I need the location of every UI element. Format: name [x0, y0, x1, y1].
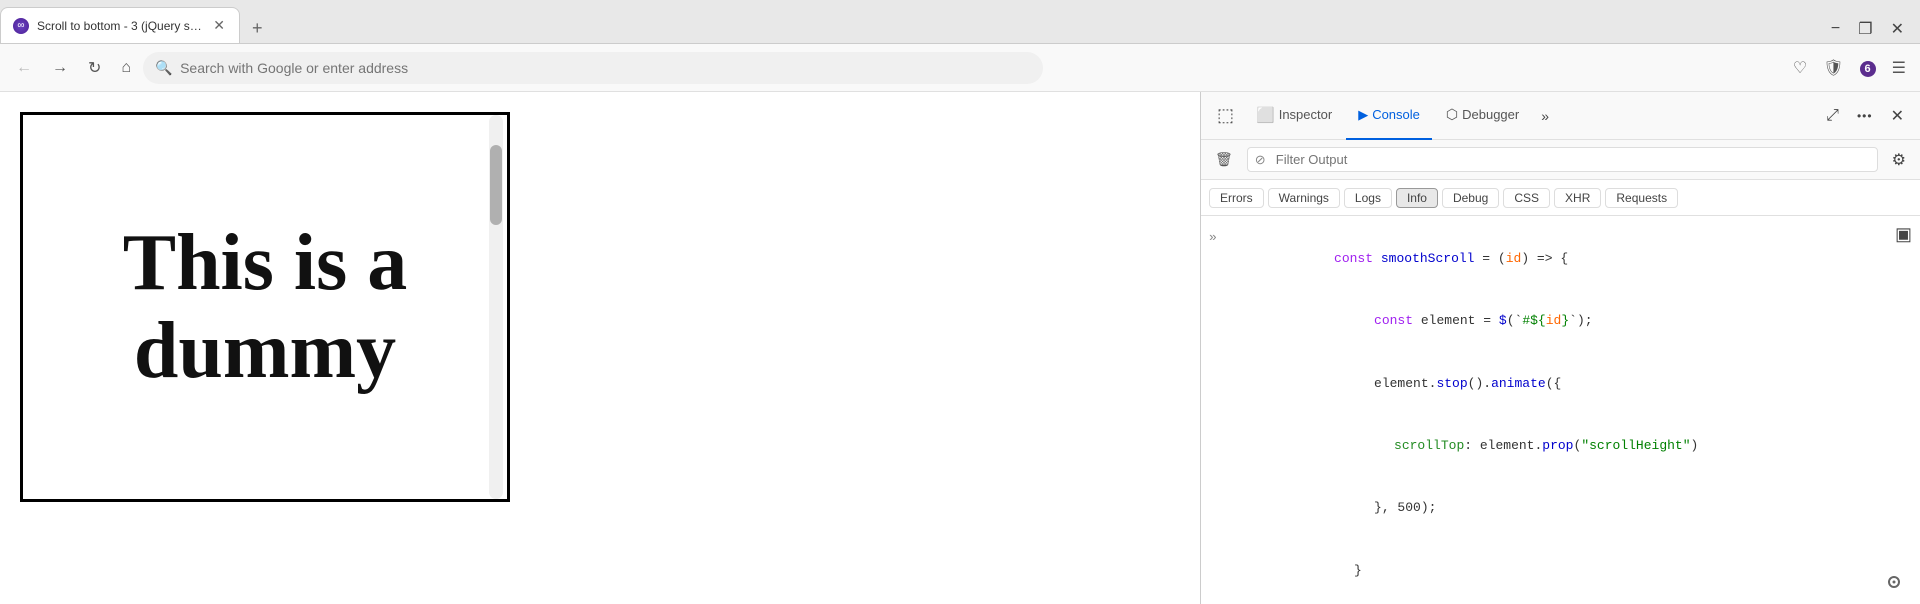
nav-bar: ← → ↻ ⌂ 🔍 ♡ 🛡 6 ☰	[0, 44, 1920, 92]
code-line-5: }, 500);	[1225, 478, 1912, 540]
search-icon: 🔍	[155, 59, 172, 76]
filter-errors[interactable]: Errors	[1209, 188, 1264, 208]
back-button[interactable]: ←	[8, 53, 40, 83]
bookmark-icon: ♡	[1793, 60, 1807, 77]
side-panel-toggle-button[interactable]: ▣	[1895, 224, 1912, 245]
refresh-icon: ↻	[88, 60, 101, 77]
demo-box: This is a dummy	[20, 112, 510, 502]
shield-icon: 🛡	[1823, 60, 1843, 77]
extensions-icon: 6	[1860, 61, 1876, 77]
home-button[interactable]: ⌂	[113, 53, 139, 83]
minimize-button[interactable]: −	[1823, 16, 1848, 42]
scrollbar-track	[489, 115, 503, 499]
close-icon: ✕	[1891, 108, 1904, 125]
tab-label: Scroll to bottom - 3 (jQuery smoo	[37, 19, 203, 33]
code-line-4: scrollTop: element.prop("scrollHeight")	[1225, 415, 1912, 477]
page-content: This is a dummy	[0, 92, 1200, 604]
more-options-icon: •••	[1857, 109, 1873, 123]
tab-console[interactable]: ▶ Console	[1346, 92, 1432, 140]
scrollbar-thumb	[490, 145, 502, 225]
debugger-icon: ⬡	[1446, 106, 1458, 123]
address-bar-container: 🔍	[143, 52, 1043, 84]
devtools-close-button[interactable]: ✕	[1883, 100, 1912, 132]
address-input[interactable]	[143, 52, 1043, 84]
gear-icon: ⚙	[1892, 152, 1906, 169]
forward-button[interactable]: →	[44, 53, 76, 83]
code-line-3: element.stop().animate({	[1225, 353, 1912, 415]
tab-bar: Scroll to bottom - 3 (jQuery smoo ✕ + − …	[0, 0, 1920, 44]
code-line-2: const element = $(`#${id}`);	[1225, 290, 1912, 352]
demo-text-line2: dummy	[123, 307, 408, 395]
scrollbar[interactable]	[489, 115, 503, 499]
devtools-toolbar: ⬚ ⬜ Inspector ▶ Console ⬡ Debugger »	[1201, 92, 1920, 140]
console-filter-bar: 🗑 ⊘ ⚙	[1201, 140, 1920, 180]
main-area: This is a dummy ⬚ ⬜ Inspector	[0, 92, 1920, 604]
console-output: » const smoothScroll = (id) => { const e…	[1201, 216, 1920, 604]
home-icon: ⌂	[121, 59, 131, 76]
filter-icon: ⊘	[1255, 152, 1266, 168]
window-controls: − ❐ ✕	[1815, 15, 1920, 43]
undock-icon: ⤢	[1826, 107, 1839, 124]
close-button[interactable]: ✕	[1883, 15, 1912, 43]
bookmark-button[interactable]: ♡	[1787, 52, 1813, 84]
filter-input-container: ⊘	[1247, 147, 1878, 172]
more-options-button[interactable]: •••	[1849, 101, 1881, 131]
filter-requests[interactable]: Requests	[1605, 188, 1678, 208]
tab-inspector[interactable]: ⬜ Inspector	[1244, 92, 1344, 140]
trash-icon: 🗑	[1215, 151, 1233, 167]
refresh-button[interactable]: ↻	[80, 52, 109, 84]
code-line-6: }	[1225, 540, 1912, 602]
cursor-icon	[1888, 576, 1900, 588]
nav-icons: ♡ 🛡 6 ☰	[1787, 52, 1912, 84]
pick-element-button[interactable]: ⬚	[1209, 99, 1242, 132]
filter-info[interactable]: Info	[1396, 188, 1438, 208]
hamburger-icon: ☰	[1892, 60, 1906, 77]
console-settings-button[interactable]: ⚙	[1886, 146, 1912, 174]
undock-button[interactable]: ⤢	[1818, 101, 1847, 131]
console-icon: ▶	[1358, 107, 1368, 123]
demo-text-line1: This is a	[123, 219, 408, 307]
filter-debug[interactable]: Debug	[1442, 188, 1499, 208]
tab-debugger[interactable]: ⬡ Debugger	[1434, 92, 1531, 140]
console-prompt-icon: »	[1209, 228, 1217, 245]
more-tools-button[interactable]: »	[1533, 102, 1557, 130]
filter-logs[interactable]: Logs	[1344, 188, 1392, 208]
demo-text: This is a dummy	[103, 199, 428, 415]
console-code-block: const smoothScroll = (id) => { const ele…	[1225, 228, 1912, 604]
new-tab-button[interactable]: +	[244, 14, 271, 43]
menu-button[interactable]: ☰	[1886, 52, 1912, 84]
filter-warnings[interactable]: Warnings	[1268, 188, 1340, 208]
filter-css[interactable]: CSS	[1503, 188, 1550, 208]
devtools-panel: ⬚ ⬜ Inspector ▶ Console ⬡ Debugger »	[1200, 92, 1920, 604]
filter-input[interactable]	[1247, 147, 1878, 172]
filter-pills: Errors Warnings Logs Info Debug CSS XHR …	[1201, 180, 1920, 216]
shield-button[interactable]: 🛡	[1817, 52, 1849, 84]
pick-element-icon: ⬚	[1217, 105, 1234, 126]
tab-favicon	[13, 18, 29, 34]
code-line-1: const smoothScroll = (id) => {	[1225, 228, 1912, 290]
filter-xhr[interactable]: XHR	[1554, 188, 1601, 208]
forward-icon: →	[52, 59, 68, 76]
console-entry: » const smoothScroll = (id) => { const e…	[1201, 224, 1920, 604]
clear-console-button[interactable]: 🗑	[1209, 147, 1239, 172]
side-panel-icon: ▣	[1895, 224, 1912, 244]
chevrons-right-icon: »	[1541, 108, 1549, 124]
tab-close-button[interactable]: ✕	[211, 15, 227, 36]
back-icon: ←	[16, 59, 32, 76]
maximize-button[interactable]: ❐	[1850, 15, 1880, 43]
browser-tab[interactable]: Scroll to bottom - 3 (jQuery smoo ✕	[0, 7, 240, 43]
extensions-button[interactable]: 6	[1854, 53, 1882, 83]
inspector-icon: ⬜	[1256, 106, 1275, 124]
cursor-position	[1888, 573, 1904, 588]
browser-window: Scroll to bottom - 3 (jQuery smoo ✕ + − …	[0, 0, 1920, 604]
